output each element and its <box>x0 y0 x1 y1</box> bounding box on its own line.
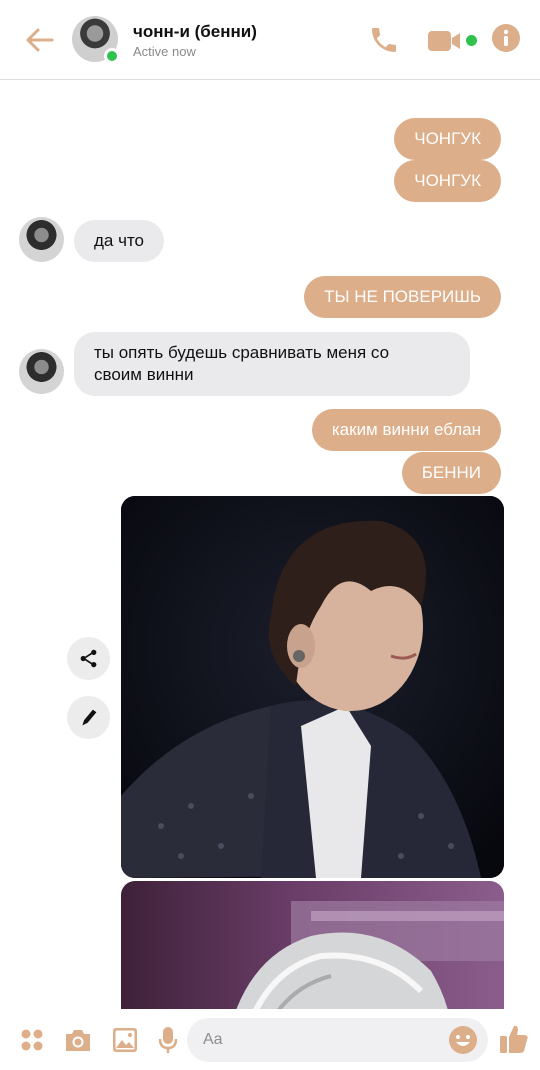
video-online-dot <box>466 35 477 46</box>
back-arrow-icon <box>26 28 54 52</box>
video-call-button[interactable] <box>428 30 462 52</box>
photo-message[interactable] <box>121 496 504 878</box>
message-outgoing[interactable]: ТЫ НЕ ПОВЕРИШЬ <box>304 276 501 318</box>
sender-avatar[interactable] <box>19 217 64 262</box>
call-button[interactable] <box>368 24 400 56</box>
emoji-icon <box>449 1026 477 1054</box>
back-button[interactable] <box>22 22 58 58</box>
photo-image <box>236 901 504 1009</box>
composer-bar <box>0 1009 540 1070</box>
edit-pencil-icon <box>82 709 97 726</box>
chat-header: чонн-и (бенни) Active now <box>0 0 540 80</box>
contact-avatar[interactable] <box>72 16 120 64</box>
contact-name[interactable]: чонн-и (бенни) <box>133 22 257 42</box>
like-button[interactable] <box>498 1023 530 1060</box>
phone-icon <box>372 28 396 52</box>
message-outgoing[interactable]: БЕННИ <box>401 452 501 494</box>
camera-icon <box>66 1030 90 1051</box>
message-outgoing[interactable]: ЧОНГУК <box>394 118 501 160</box>
message-input-box[interactable] <box>187 1018 488 1062</box>
share-icon <box>80 649 97 668</box>
message-outgoing[interactable]: ЧОНГУК <box>394 160 501 202</box>
online-indicator <box>104 48 120 64</box>
message-list[interactable]: ЧОНГУК ЧОНГУК да что ТЫ НЕ ПОВЕРИШЬ ты о… <box>0 81 540 1009</box>
message-input[interactable] <box>187 1018 427 1062</box>
apps-button[interactable] <box>20 1028 44 1057</box>
voice-button[interactable] <box>158 1026 178 1059</box>
camera-button[interactable] <box>64 1027 92 1058</box>
thumbs-up-icon <box>500 1025 528 1053</box>
video-camera-icon <box>428 31 460 51</box>
edit-button[interactable] <box>67 696 110 739</box>
gallery-button[interactable] <box>112 1027 138 1058</box>
message-incoming[interactable]: ты опять будешь сравнивать меня со своим… <box>74 332 470 396</box>
gallery-icon <box>113 1028 137 1052</box>
contact-status: Active now <box>133 44 196 59</box>
info-button[interactable] <box>492 24 520 52</box>
emoji-button[interactable] <box>448 1025 478 1055</box>
message-line: своим винни <box>94 365 194 384</box>
photo-image <box>121 496 504 878</box>
apps-grid-icon <box>21 1029 43 1051</box>
message-incoming[interactable]: да что <box>74 220 165 262</box>
message-outgoing[interactable]: каким винни еблан <box>311 409 501 451</box>
info-icon <box>492 24 520 52</box>
sender-avatar[interactable] <box>19 349 64 394</box>
share-button[interactable] <box>67 637 110 680</box>
message-line: ты опять будешь сравнивать меня со <box>94 343 390 362</box>
microphone-icon <box>158 1027 178 1053</box>
photo-message[interactable] <box>121 881 504 1009</box>
